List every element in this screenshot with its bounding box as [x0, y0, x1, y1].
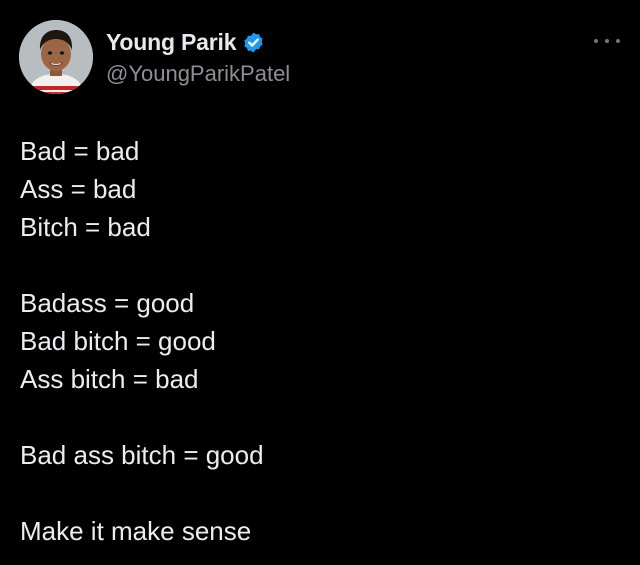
verified-badge-icon [242, 31, 265, 54]
more-dot [605, 39, 609, 43]
tweet-line: Bitch = bad [20, 212, 151, 242]
tweet-line: Badass = good [20, 288, 195, 318]
more-dot [616, 39, 620, 43]
display-name-row: Young Parik [106, 27, 290, 57]
tweet-line: Bad ass bitch = good [20, 440, 264, 470]
tweet-line: Bad bitch = good [20, 326, 216, 356]
tweet-line: Ass bitch = bad [20, 364, 199, 394]
author-handle[interactable]: @YoungParikPatel [106, 61, 290, 87]
tweet-card: Young Parik @YoungParikPatel Bad = bad A… [0, 0, 640, 565]
avatar[interactable] [19, 20, 93, 94]
tweet-text: Bad = bad Ass = bad Bitch = bad Badass =… [20, 132, 620, 550]
more-options-icon[interactable] [594, 36, 620, 46]
tweet-line: Ass = bad [20, 174, 137, 204]
tweet-line: Bad = bad [20, 136, 140, 166]
tweet-line: Make it make sense [20, 516, 252, 546]
avatar-image [19, 20, 93, 94]
display-name[interactable]: Young Parik [106, 29, 236, 56]
more-dot [594, 39, 598, 43]
tweet-header: Young Parik @YoungParikPatel [19, 20, 622, 94]
author-info: Young Parik @YoungParikPatel [106, 27, 290, 87]
